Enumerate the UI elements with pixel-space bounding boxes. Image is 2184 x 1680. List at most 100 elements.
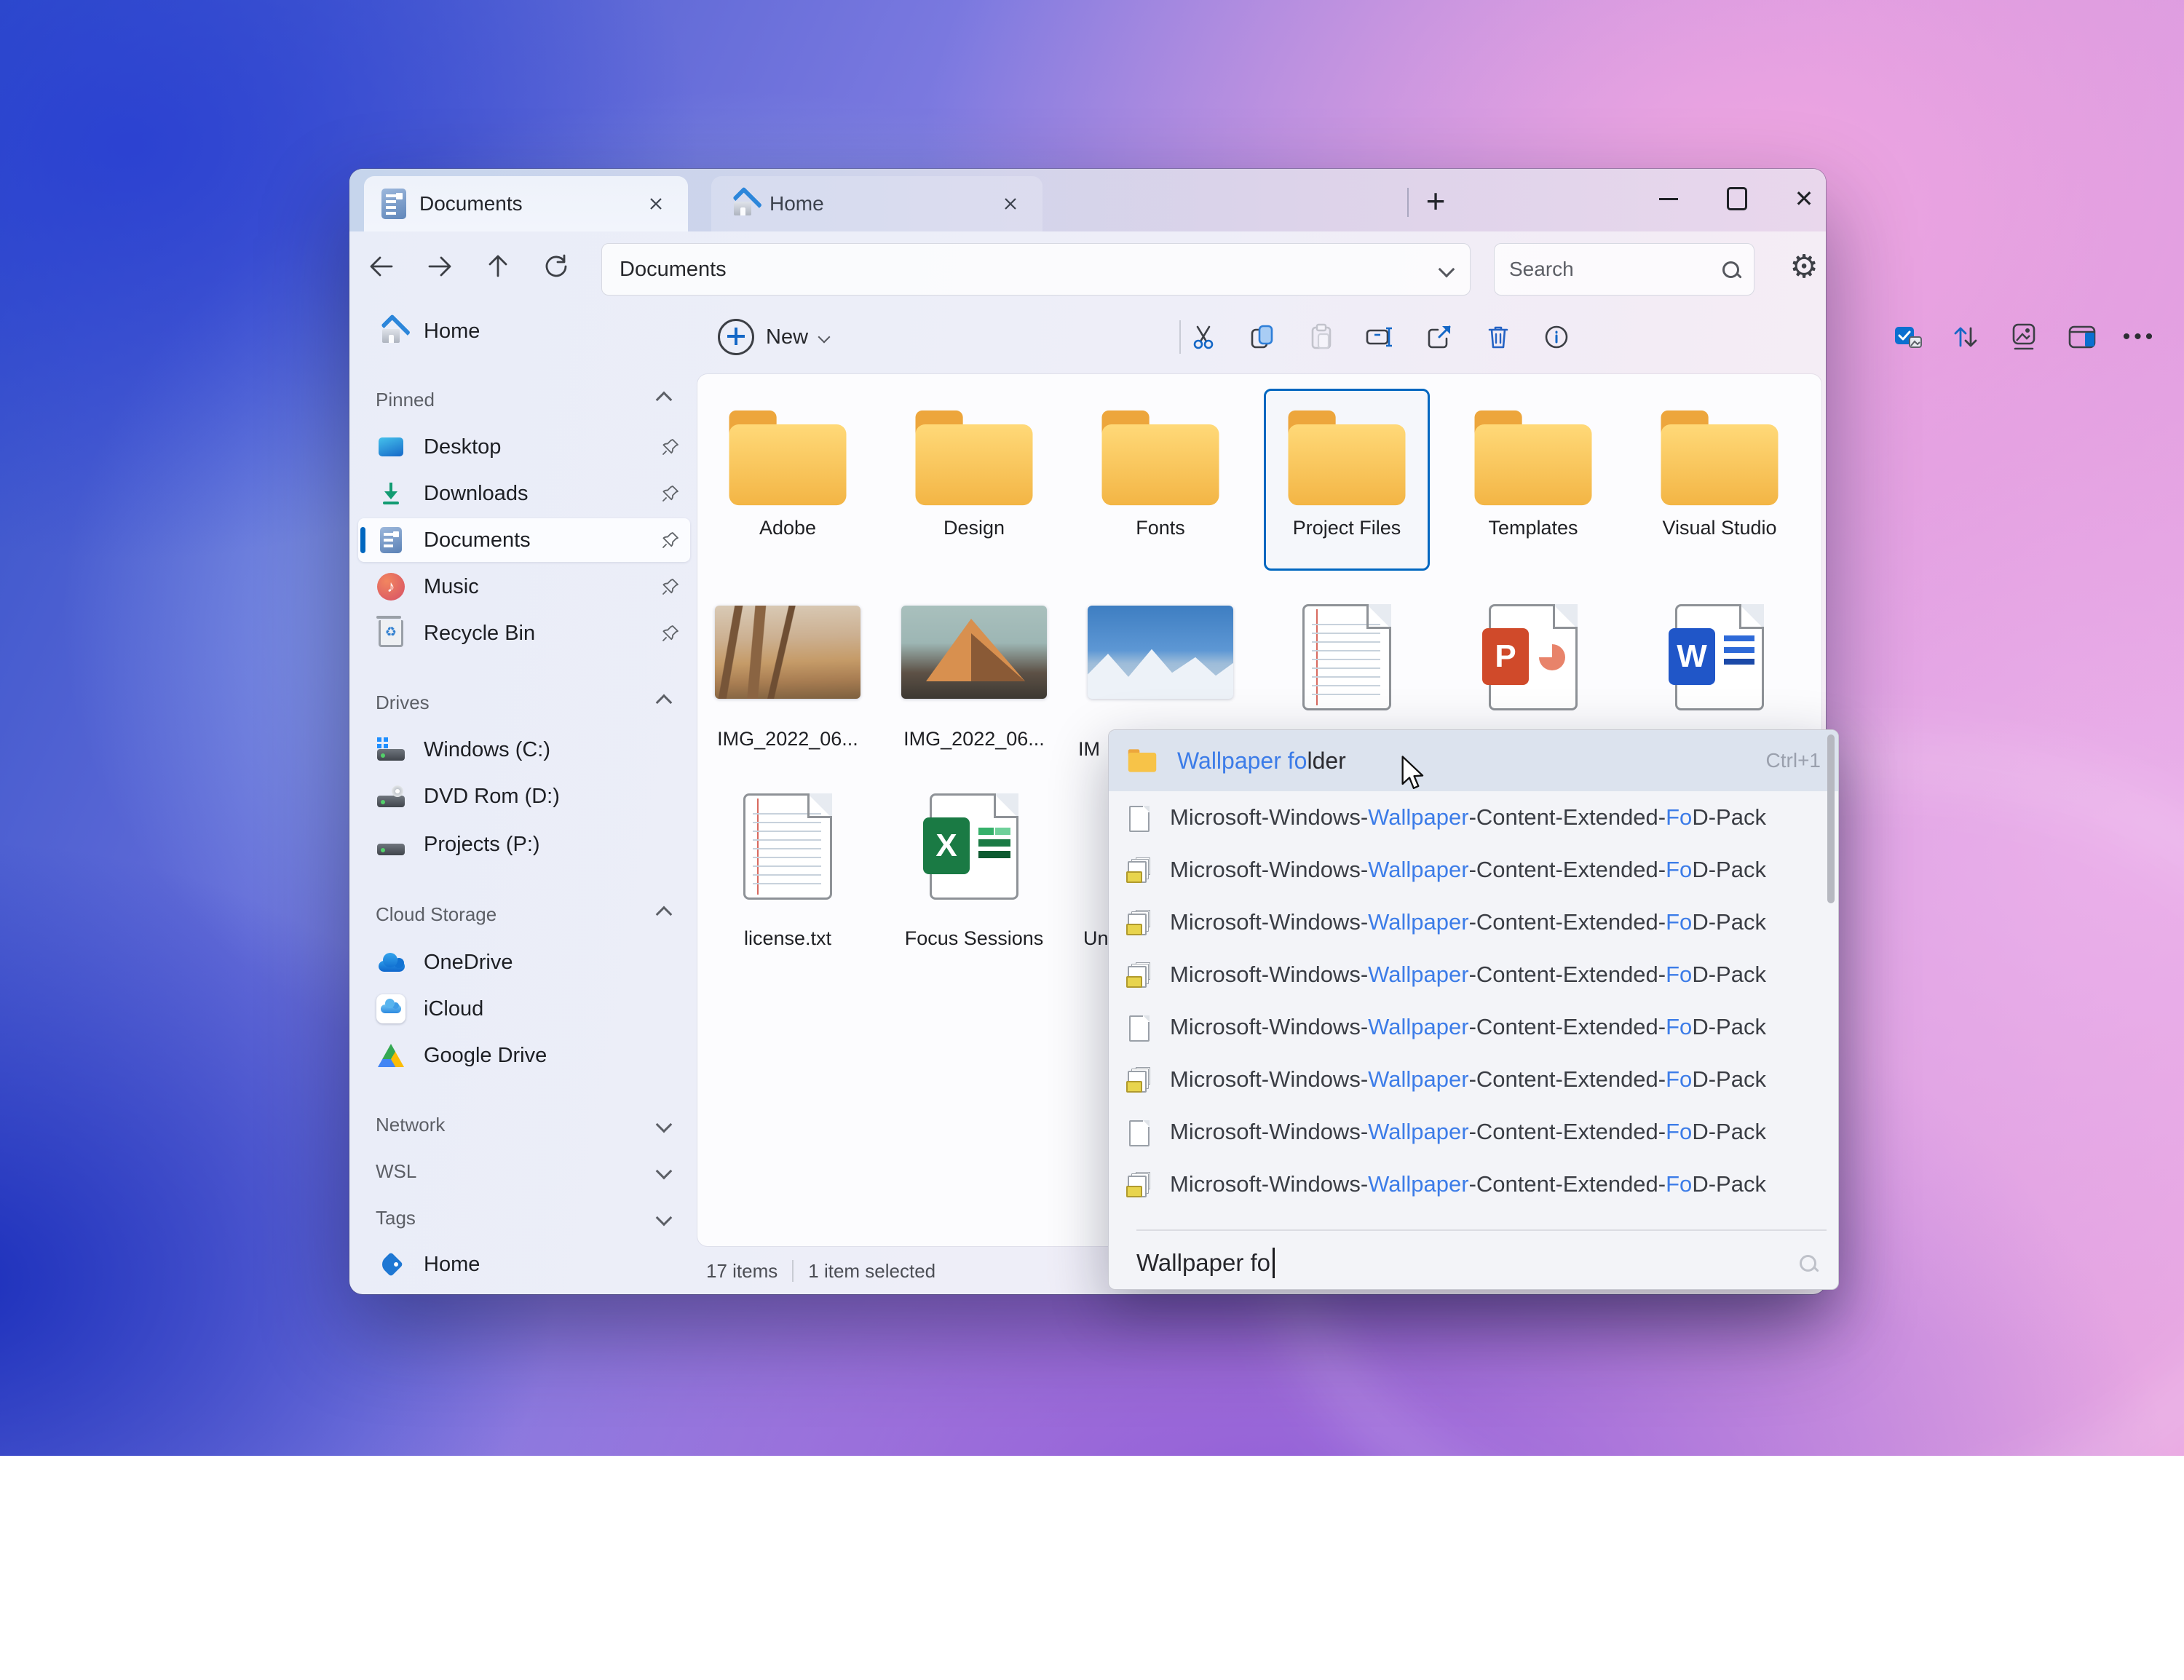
folder-tile[interactable]: Templates — [1450, 389, 1616, 571]
cut-button[interactable] — [1180, 314, 1227, 360]
folder-tile[interactable]: Adobe — [705, 389, 871, 571]
back-button[interactable] — [357, 242, 406, 291]
drive-c-icon — [376, 734, 406, 765]
view-button[interactable] — [2001, 314, 2047, 360]
folder-icon — [1661, 410, 1779, 506]
rename-button[interactable] — [1357, 314, 1404, 360]
folder-tile[interactable]: Visual Studio — [1637, 389, 1803, 571]
sort-button[interactable] — [1942, 314, 1989, 360]
sidebar-item-desktop[interactable]: Desktop — [358, 425, 690, 469]
sidebar-section-drives[interactable]: Drives — [376, 684, 690, 721]
sidebar-section-wsl[interactable]: WSL — [376, 1152, 690, 1190]
sidebar-item-label: Desktop — [424, 435, 502, 459]
tab-documents[interactable]: Documents — [364, 176, 688, 231]
suggestion-row[interactable]: Microsoft-Windows-Wallpaper-Content-Exte… — [1109, 896, 1838, 948]
sidebar-item-onedrive[interactable]: OneDrive — [358, 940, 690, 984]
sidebar-item-windows-c[interactable]: Windows (C:) — [358, 728, 690, 772]
suggestion-row[interactable]: Microsoft-Windows-Wallpaper-Content-Exte… — [1109, 844, 1838, 896]
sidebar-item-label: Downloads — [424, 481, 529, 505]
tab-close-icon[interactable] — [641, 189, 670, 218]
sidebar-item-downloads[interactable]: Downloads — [358, 472, 690, 515]
sidebar-item-label: iCloud — [424, 996, 484, 1021]
pin-icon — [661, 624, 680, 643]
file-icon — [1126, 1170, 1151, 1199]
settings-gear-button[interactable]: ⚙ — [1781, 242, 1827, 291]
close-button[interactable]: ✕ — [1772, 176, 1836, 221]
popup-search-input[interactable]: Wallpaper fo — [1136, 1240, 1816, 1286]
suggestion-row[interactable]: Microsoft-Windows-Wallpaper-Content-Exte… — [1109, 1158, 1838, 1211]
chevron-down-icon — [655, 1209, 673, 1227]
text-file-icon — [743, 793, 832, 900]
new-tab-button[interactable]: + — [1417, 181, 1455, 221]
folder-icon — [1101, 410, 1219, 506]
shortcut-hint: Ctrl+1 — [1765, 749, 1821, 772]
minimize-button[interactable] — [1637, 176, 1701, 221]
desktop-icon — [376, 432, 406, 462]
suggestion-text: Microsoft-Windows-Wallpaper-Content-Exte… — [1170, 804, 1766, 830]
section-title: Drives — [376, 691, 430, 713]
suggestion-row-wallpaper-folder[interactable]: Wallpaper folder Ctrl+1 — [1109, 730, 1838, 791]
copy-button[interactable] — [1239, 314, 1286, 360]
file-item-image[interactable]: IMG_2022_06... — [881, 601, 1067, 769]
select-all-toggle[interactable] — [1885, 314, 1931, 360]
suggestion-row[interactable]: Microsoft-Windows-Wallpaper-Content-Exte… — [1109, 1106, 1838, 1158]
search-input[interactable]: Search — [1494, 243, 1754, 296]
sidebar-section-tags[interactable]: Tags — [376, 1199, 690, 1237]
sidebar-item-music[interactable]: ♪ Music — [358, 565, 690, 609]
file-item-excel[interactable]: X Focus Sessions — [881, 791, 1067, 958]
sidebar-item-icloud[interactable]: iCloud — [358, 987, 690, 1031]
image-thumbnail — [715, 606, 860, 699]
image-thumbnail — [901, 606, 1047, 699]
grid-cell: Visual Studio — [1626, 386, 1813, 574]
section-title: WSL — [376, 1160, 417, 1182]
sidebar-section-network[interactable]: Network — [376, 1106, 690, 1144]
sidebar-item-dvd-rom[interactable]: DVD Rom (D:) — [358, 774, 690, 818]
sidebar-item-label: Documents — [424, 528, 531, 552]
suggestion-row[interactable]: Microsoft-Windows-Wallpaper-Content-Exte… — [1109, 1053, 1838, 1106]
dvd-drive-icon — [376, 781, 406, 812]
details-info-button[interactable] — [1533, 314, 1580, 360]
section-title: Cloud Storage — [376, 903, 497, 925]
tab-home[interactable]: Home — [711, 176, 1042, 231]
command-toolbar: New ••• — [697, 303, 2153, 373]
tab-close-icon[interactable] — [996, 189, 1025, 218]
folder-tile[interactable]: Fonts — [1077, 389, 1243, 571]
sidebar-item-projects[interactable]: Projects (P:) — [358, 823, 690, 866]
share-button[interactable] — [1416, 314, 1463, 360]
delete-button[interactable] — [1475, 314, 1522, 360]
image-thumbnail — [1088, 606, 1233, 699]
maximize-button[interactable] — [1705, 176, 1769, 221]
tab-label: Documents — [419, 192, 523, 215]
suggestion-row[interactable]: Microsoft-Windows-Wallpaper-Content-Exte… — [1109, 1001, 1838, 1053]
suggestion-row[interactable]: Microsoft-Windows-Wallpaper-Content-Exte… — [1109, 948, 1838, 1001]
chevron-down-icon[interactable] — [1438, 261, 1455, 278]
file-item-license[interactable]: license.txt — [695, 791, 881, 958]
paste-button[interactable] — [1298, 314, 1345, 360]
folder-tile[interactable]: Design — [891, 389, 1057, 571]
address-bar[interactable]: Documents — [601, 243, 1471, 296]
suggestion-row[interactable]: Microsoft-Windows-Wallpaper-Content-Exte… — [1109, 791, 1838, 844]
address-text: Documents — [620, 257, 727, 281]
sidebar-section-cloud-storage[interactable]: Cloud Storage — [376, 895, 690, 933]
forward-button[interactable] — [415, 242, 464, 291]
up-button[interactable] — [473, 242, 523, 291]
popup-scrollbar[interactable] — [1827, 734, 1835, 903]
sidebar-item-documents[interactable]: Documents — [358, 518, 690, 562]
refresh-button[interactable] — [531, 242, 581, 291]
sidebar-section-pinned[interactable]: Pinned — [376, 381, 690, 419]
more-options-button[interactable]: ••• — [2116, 314, 2163, 360]
section-title: Pinned — [376, 388, 435, 411]
search-icon — [1722, 261, 1739, 278]
sidebar-item-google-drive[interactable]: Google Drive — [358, 1034, 690, 1077]
search-placeholder: Search — [1509, 258, 1574, 280]
new-button[interactable]: New — [705, 313, 842, 361]
powerpoint-file-icon: P — [1482, 604, 1578, 710]
sidebar-item-recycle-bin[interactable]: ♻ Recycle Bin — [358, 611, 690, 655]
mouse-cursor — [1399, 756, 1431, 793]
drive-icon — [376, 829, 406, 860]
sidebar-item-home[interactable]: Home — [358, 309, 690, 353]
panes-button[interactable] — [2059, 314, 2105, 360]
file-item-image[interactable]: IMG_2022_06... — [695, 601, 881, 769]
grid-cell: Adobe — [695, 386, 881, 574]
folder-tile[interactable]: Project Files — [1264, 389, 1430, 571]
